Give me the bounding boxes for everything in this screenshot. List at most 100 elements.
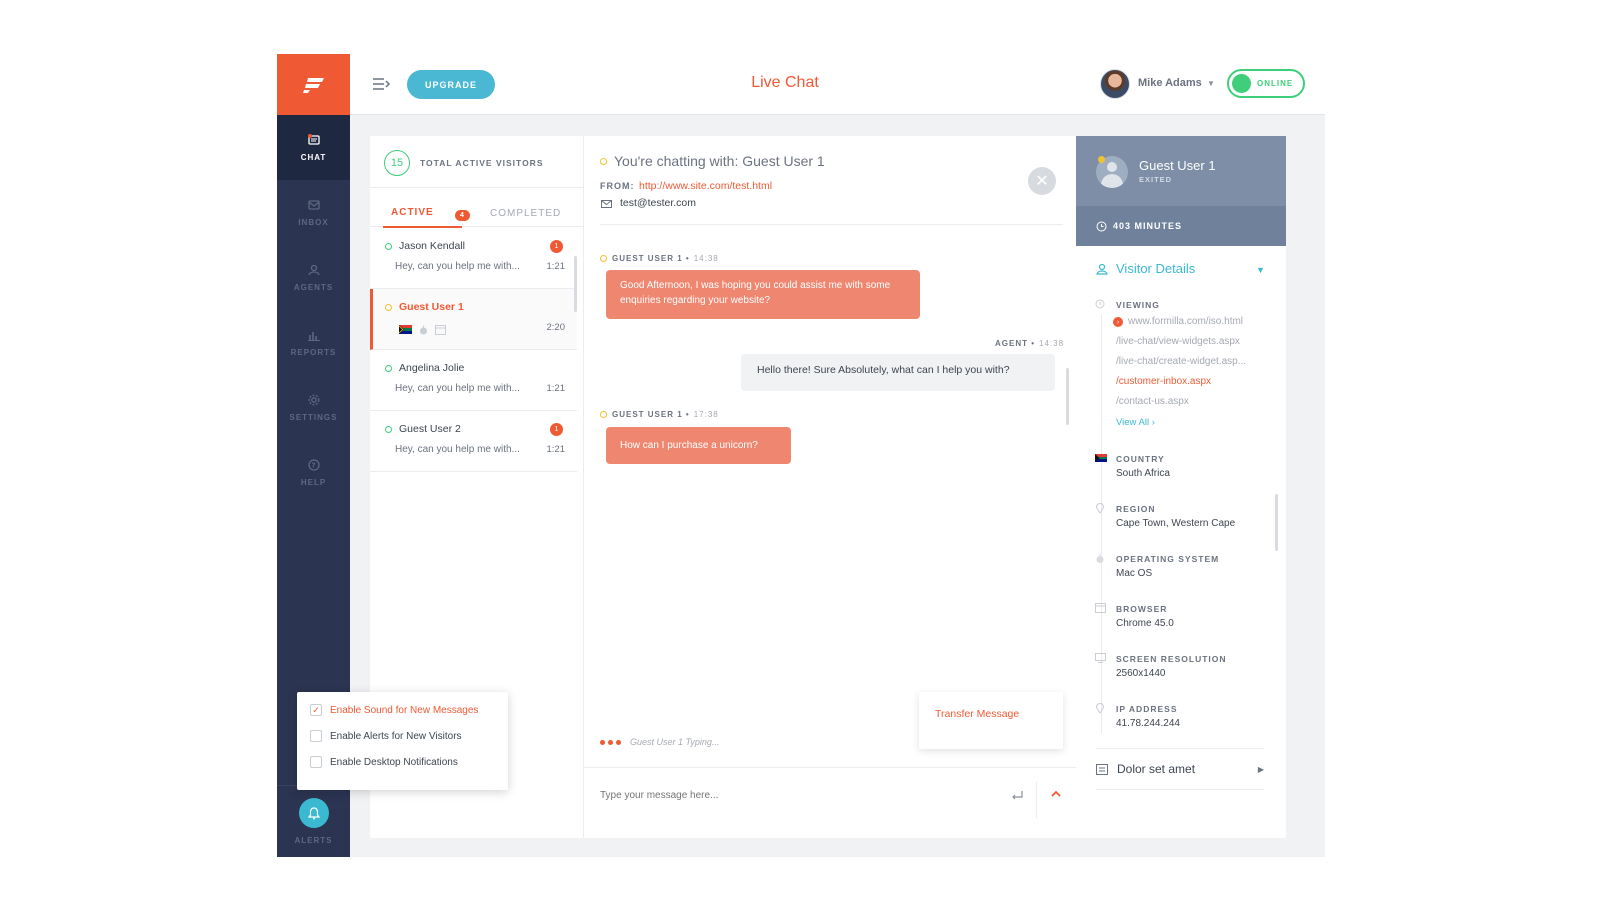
current-page-indicator-icon: › <box>1113 317 1123 327</box>
live-chat-app: CHAT INBOX AGENTS REPORTS SETTINGS ? HEL… <box>277 54 1325 857</box>
country-value: South Africa <box>1116 468 1170 479</box>
divider <box>1036 782 1037 818</box>
view-all-link[interactable]: View All › <box>1116 417 1155 428</box>
message-input[interactable] <box>600 790 980 801</box>
alert-settings-popup: ✓ Enable Sound for New Messages Enable A… <box>297 692 508 790</box>
visitor-count-badge: 15 <box>384 150 410 176</box>
away-dot <box>1098 156 1105 163</box>
region-label: REGION <box>1116 504 1156 514</box>
message-sender: AGENT <box>995 339 1028 348</box>
online-dot <box>385 365 392 372</box>
visitor-row-guest-user-1[interactable]: Guest User 1 2:20 <box>370 289 577 350</box>
visitor-row-guest-user-2[interactable]: Guest User 2 1 Hey, can you help me with… <box>370 411 577 472</box>
tab-completed[interactable]: COMPLETED <box>490 208 561 219</box>
help-icon: ? <box>307 459 320 471</box>
alerts-label: ALERTS <box>294 836 333 845</box>
sidebar-item-label: AGENTS <box>293 283 334 292</box>
page-title: Live Chat <box>751 74 819 91</box>
resolution-label: SCREEN RESOLUTION <box>1116 654 1227 664</box>
viewed-page-link[interactable]: /live-chat/create-widget.asp... <box>1116 356 1246 367</box>
inbox-icon <box>307 200 320 210</box>
south-africa-flag-icon <box>1095 454 1107 462</box>
viewed-page-link[interactable]: /customer-inbox.aspx <box>1116 376 1211 387</box>
menu-toggle-icon[interactable] <box>372 76 392 92</box>
chevron-up-icon[interactable] <box>1050 790 1062 798</box>
option-enable-desktop-notifications[interactable]: Enable Desktop Notifications <box>310 756 458 768</box>
viewed-page-link[interactable]: www.formilla.com/iso.html <box>1128 316 1243 327</box>
close-chat-button[interactable]: ✕ <box>1028 167 1056 195</box>
away-dot <box>600 255 607 262</box>
tab-active-label: ACTIVE <box>391 207 434 218</box>
chevron-right-icon: ▶ <box>1257 764 1264 774</box>
sidebar-item-label: REPORTS <box>290 348 337 357</box>
sidebar-item-label: HELP <box>300 478 327 487</box>
details-scrollbar[interactable] <box>1275 494 1278 551</box>
message-time: 14:38 <box>1039 339 1065 348</box>
gear-icon <box>308 394 319 406</box>
typing-dot <box>616 739 621 745</box>
from-label: FROM: <box>600 181 635 191</box>
checkbox[interactable] <box>310 756 322 768</box>
from-url-link[interactable]: http://www.site.com/test.html <box>639 180 772 192</box>
browser-value: Chrome 45.0 <box>1116 618 1174 629</box>
dolor-section-toggle[interactable]: Dolor set amet ▶ <box>1096 748 1264 790</box>
visitor-time: 2:20 <box>546 322 566 333</box>
typing-indicator: Guest User 1 Typing... <box>600 737 719 747</box>
unread-badge: 1 <box>550 240 563 253</box>
sidebar-item-settings[interactable]: SETTINGS <box>277 375 350 440</box>
online-dot <box>385 243 392 250</box>
visitor-name: Guest User 1 <box>399 301 464 313</box>
visitor-details-toggle[interactable]: Visitor Details <box>1096 261 1195 276</box>
user-name[interactable]: Mike Adams <box>1138 77 1202 89</box>
visitor-row-jason-kendall[interactable]: Jason Kendall 1 Hey, can you help me wit… <box>370 228 577 289</box>
upgrade-button[interactable]: UPGRADE <box>407 70 495 99</box>
view-all-label: View All <box>1116 417 1150 428</box>
dolor-section-title: Dolor set amet <box>1117 762 1196 776</box>
sidebar-item-reports[interactable]: REPORTS <box>277 310 350 375</box>
agent-message-bubble: Hello there! Sure Absolutely, what can I… <box>741 354 1055 391</box>
brand-logo[interactable] <box>277 54 350 115</box>
chevron-down-icon[interactable]: ▼ <box>1207 79 1215 88</box>
location-pin-icon <box>1095 703 1105 714</box>
visitor-row-angelina-jolie[interactable]: Angelina Jolie Hey, can you help me with… <box>370 350 577 411</box>
sidebar-item-agents[interactable]: AGENTS <box>277 245 350 310</box>
message-meta: AGENT • 14:38 <box>995 339 1065 348</box>
session-minutes: 403 MINUTES <box>1113 221 1183 231</box>
divider <box>600 224 1063 225</box>
viewed-page-link[interactable]: /contact-us.aspx <box>1116 396 1189 407</box>
online-status-toggle[interactable]: ONLINE <box>1227 69 1305 98</box>
south-africa-flag-icon <box>399 325 412 334</box>
list-icon <box>1096 763 1108 775</box>
guest-name: Guest User 1 <box>1139 158 1216 173</box>
ip-value: 41.78.244.244 <box>1116 718 1180 729</box>
visitor-list-scrollbar[interactable] <box>574 256 577 312</box>
chat-panel: You're chatting with: Guest User 1 FROM:… <box>584 136 1076 838</box>
viewing-label: VIEWING <box>1116 300 1160 310</box>
alerts-button[interactable]: ALERTS <box>277 785 350 857</box>
tab-active[interactable]: ACTIVE 4 <box>383 200 470 228</box>
unread-badge: 1 <box>550 423 563 436</box>
option-label: Enable Alerts for New Visitors <box>330 730 462 742</box>
chat-scrollbar[interactable] <box>1066 368 1069 425</box>
chat-icon <box>307 134 320 145</box>
status-toggle-knob <box>1232 74 1251 93</box>
sidebar-item-help[interactable]: ? HELP <box>277 440 350 505</box>
typing-text: Guest User 1 Typing... <box>630 737 720 747</box>
avatar[interactable] <box>1100 69 1130 99</box>
away-dot <box>600 411 607 418</box>
viewed-page-link[interactable]: /live-chat/view-widgets.aspx <box>1116 336 1240 347</box>
option-enable-visitor-alerts[interactable]: Enable Alerts for New Visitors <box>310 730 462 742</box>
sidebar-item-inbox[interactable]: INBOX <box>277 180 350 245</box>
checkbox-checked[interactable]: ✓ <box>310 704 322 716</box>
option-enable-sound[interactable]: ✓ Enable Sound for New Messages <box>310 704 478 716</box>
chevron-down-icon[interactable]: ▼ <box>1256 265 1265 275</box>
guest-message-bubble: How can I purchase a unicorn? <box>606 427 791 464</box>
transfer-message-button[interactable]: Transfer Message <box>919 692 1063 749</box>
message-sender: GUEST USER 1 <box>612 410 683 419</box>
sidebar-item-label: SETTINGS <box>289 413 338 422</box>
sidebar-item-chat[interactable]: CHAT <box>277 115 350 180</box>
checkbox[interactable] <box>310 730 322 742</box>
visitor-meta-icons <box>399 325 446 335</box>
enter-icon[interactable] <box>1011 790 1024 801</box>
message-sender: GUEST USER 1 <box>612 254 683 263</box>
